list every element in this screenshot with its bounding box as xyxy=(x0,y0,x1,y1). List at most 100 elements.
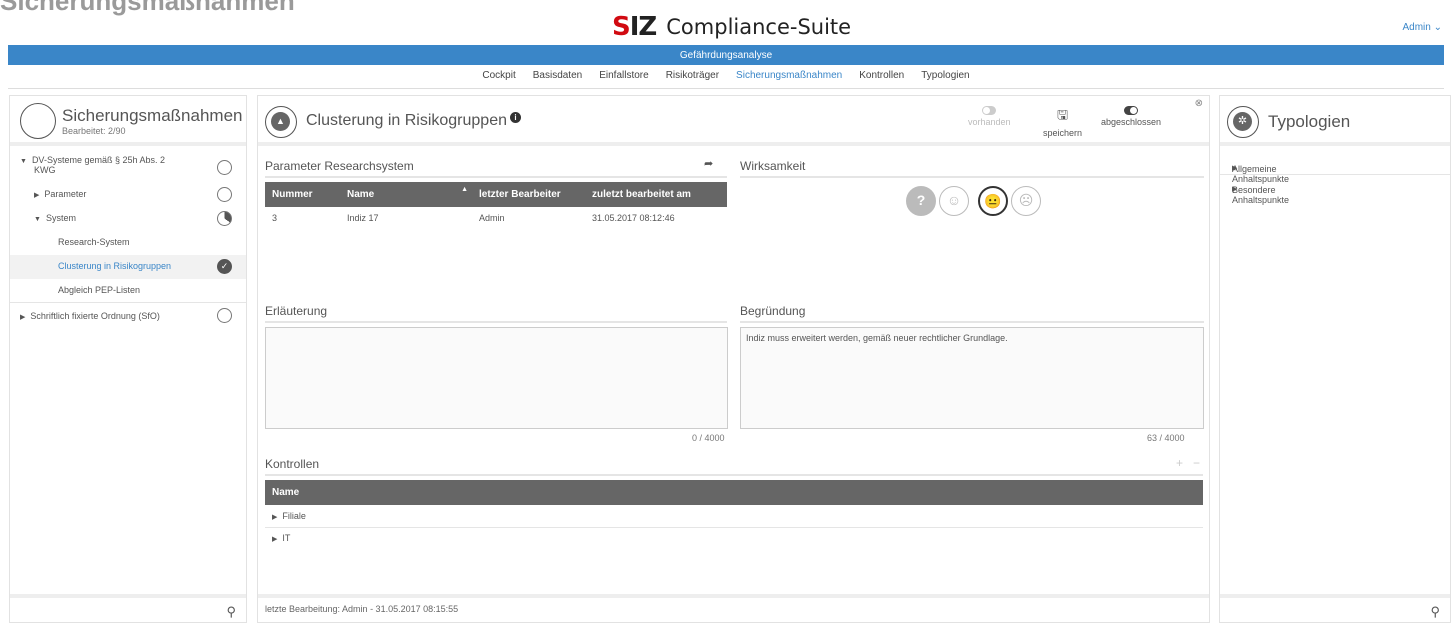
nav-risikotraeger[interactable]: Risikoträger xyxy=(666,70,719,86)
section-line xyxy=(265,474,1203,476)
erlaeuterung-counter: 0 / 4000 xyxy=(692,433,725,443)
share-icon[interactable]: ➦ xyxy=(704,157,713,170)
tree-item-parameter[interactable]: ▶ Parameter xyxy=(10,183,246,207)
caret-right-icon: ▶ xyxy=(20,314,26,321)
col-bearbeiter[interactable]: letzter Bearbeiter xyxy=(472,182,585,207)
right-search-bar[interactable]: ⚲ xyxy=(1220,594,1450,622)
wirksamkeit-title: Wirksamkeit xyxy=(740,159,806,173)
vorhanden-toggle[interactable]: vorhanden xyxy=(968,106,1011,127)
left-panel-subtitle: Bearbeitet: 2/90 xyxy=(62,126,126,136)
floppy-disk-icon: 🖫 xyxy=(1056,107,1069,122)
progress-circle-icon xyxy=(20,103,56,139)
col-nummer[interactable]: Nummer xyxy=(265,182,340,207)
caret-right-icon: ▶ xyxy=(272,536,278,544)
begruendung-counter: 63 / 4000 xyxy=(1147,433,1185,443)
table-row[interactable]: ▶ IT xyxy=(265,527,1203,549)
status-empty-icon xyxy=(217,187,232,202)
section-line xyxy=(740,321,1204,323)
kontrollen-title: Kontrollen xyxy=(265,457,320,471)
search-icon[interactable]: ⚲ xyxy=(226,604,236,620)
cell-datum: 31.05.2017 08:12:46 xyxy=(592,213,675,223)
nav-cockpit[interactable]: Cockpit xyxy=(482,70,515,86)
nav-einfallstore[interactable]: Einfallstore xyxy=(599,70,648,86)
user-menu[interactable]: Admin ⌄ xyxy=(1402,22,1442,33)
smiley-sad-icon[interactable]: ☹ xyxy=(1011,186,1041,216)
main-footer: letzte Bearbeitung: Admin - 31.05.2017 0… xyxy=(258,594,1209,622)
table-row[interactable]: ▶ Filiale xyxy=(265,505,1203,527)
tree-item-clusterung[interactable]: Clusterung in Risikogruppen ✓ xyxy=(10,255,246,279)
nav-typologien[interactable]: Typologien xyxy=(921,70,969,86)
toggle-on-icon xyxy=(1124,106,1139,115)
main-panel: ▲ Clusterung in Risikogruppen i vorhanden… xyxy=(257,95,1210,623)
left-panel-title: Sicherungsmaßnahmen xyxy=(62,106,243,125)
parameter-section-title: Parameter Researchsystem xyxy=(265,159,414,173)
nav-kontrollen[interactable]: Kontrollen xyxy=(859,70,904,86)
section-line xyxy=(740,176,1204,178)
right-panel: ✲ Typologien ▶ Allgemeine Anhaltspunkte ▶… xyxy=(1219,95,1451,623)
right-panel-header: ✲ Typologien xyxy=(1220,96,1450,146)
nav-sicherungsmassnahmen[interactable]: Sicherungsmaßnahmen xyxy=(736,70,842,86)
tree-item-research-system[interactable]: Research-System xyxy=(10,231,246,255)
erlaeuterung-textarea[interactable] xyxy=(265,327,728,429)
module-bar: Gefährdungsanalyse xyxy=(8,45,1444,65)
brand-logo: SIZ Compliance-Suite xyxy=(612,14,851,40)
info-icon[interactable]: i xyxy=(510,112,521,123)
kontrollen-table: Name ▶ Filiale ▶ IT xyxy=(265,480,1203,549)
save-button[interactable]: 🖫 speichern xyxy=(1043,106,1082,138)
main-nav: Cockpit Basisdaten Einfallstore Risikotr… xyxy=(0,70,1452,86)
col-datum[interactable]: zuletzt bearbeitet am xyxy=(585,182,727,207)
left-panel-header: Sicherungsmaßnahmen Bearbeitet: 2/90 xyxy=(10,96,246,146)
toggle-off-icon xyxy=(982,106,997,115)
col-kontrollen-name[interactable]: Name xyxy=(265,480,1203,505)
typologien-circle-icon: ✲ xyxy=(1227,106,1259,138)
left-panel: Sicherungsmaßnahmen Bearbeitet: 2/90 ▼ DV… xyxy=(9,95,247,623)
siz-logo: SIZ xyxy=(612,12,657,42)
section-line xyxy=(265,321,727,323)
typologie-item[interactable]: ▶ Allgemeine Anhaltspunkte xyxy=(1220,154,1450,184)
right-panel-title: Typologien xyxy=(1268,112,1351,131)
begruendung-title: Begründung xyxy=(740,304,806,318)
last-edit-info: letzte Bearbeitung: Admin - 31.05.2017 0… xyxy=(265,604,459,614)
brand-name: Compliance-Suite xyxy=(666,15,852,39)
status-done-icon: ✓ xyxy=(217,259,232,274)
status-empty-icon xyxy=(217,308,232,323)
smiley-happy-icon[interactable]: ☺ xyxy=(939,186,969,216)
begruendung-textarea[interactable]: Indiz muss erweitert werden, gemäß neuer… xyxy=(740,327,1204,429)
chevron-down-icon: ⌄ xyxy=(1433,22,1442,33)
tree-item-sfo[interactable]: ▶ Schriftlich fixierte Ordnung (SfO) xyxy=(10,303,246,329)
table-row[interactable]: 3 Indiz 17 Admin 31.05.2017 08:12:46 xyxy=(265,207,727,229)
nav-basisdaten[interactable]: Basisdaten xyxy=(533,70,582,86)
tree-item-abgleich[interactable]: Abgleich PEP-Listen xyxy=(10,279,246,303)
unknown-rating-icon[interactable]: ? xyxy=(906,186,936,216)
parameter-table: Nummer Name ▲ letzter Bearbeiter zuletzt … xyxy=(265,182,727,229)
caret-right-icon: ▶ xyxy=(34,192,40,199)
nav-divider xyxy=(8,88,1444,89)
main-title: Clusterung in Risikogruppen i xyxy=(306,112,521,130)
main-panel-header: ▲ Clusterung in Risikogruppen i vorhanden… xyxy=(258,96,1209,146)
add-icon[interactable]: + xyxy=(1176,456,1183,470)
abgeschlossen-toggle[interactable]: abgeschlossen xyxy=(1101,106,1161,127)
smiley-neutral-icon[interactable]: 😐 xyxy=(978,186,1008,216)
tree-item-system[interactable]: ▼ System xyxy=(10,207,246,231)
tree-item-dv-systeme[interactable]: ▼ DV-Systeme gemäß § 25h Abs. 2 KWG xyxy=(10,154,246,183)
erlaeuterung-title: Erläuterung xyxy=(265,304,328,318)
sort-asc-icon: ▲ xyxy=(461,186,468,193)
cell-bearbeiter: Admin xyxy=(479,213,505,223)
risk-circle-icon: ▲ xyxy=(265,106,297,138)
cell-nummer: 3 xyxy=(272,213,278,223)
caret-down-icon: ▼ xyxy=(34,216,41,223)
search-icon[interactable]: ⚲ xyxy=(1430,604,1440,620)
cell-name: Indiz 17 xyxy=(347,213,379,223)
status-partial-icon xyxy=(217,160,232,175)
tree: ▼ DV-Systeme gemäß § 25h Abs. 2 KWG ▶ Para… xyxy=(10,154,246,329)
left-search-bar[interactable]: ⚲ xyxy=(10,594,246,622)
module-title: Gefährdungsanalyse xyxy=(679,49,773,61)
status-pie-icon xyxy=(217,211,232,226)
caret-down-icon: ▼ xyxy=(20,158,27,165)
caret-right-icon: ▶ xyxy=(272,513,278,521)
col-name[interactable]: Name ▲ xyxy=(340,182,472,207)
remove-icon[interactable]: − xyxy=(1193,456,1200,470)
section-line xyxy=(265,176,727,178)
close-icon[interactable]: ⊗ xyxy=(1195,98,1203,109)
typologie-item[interactable]: ▶ Besondere Anhaltspunkte xyxy=(1220,175,1450,205)
